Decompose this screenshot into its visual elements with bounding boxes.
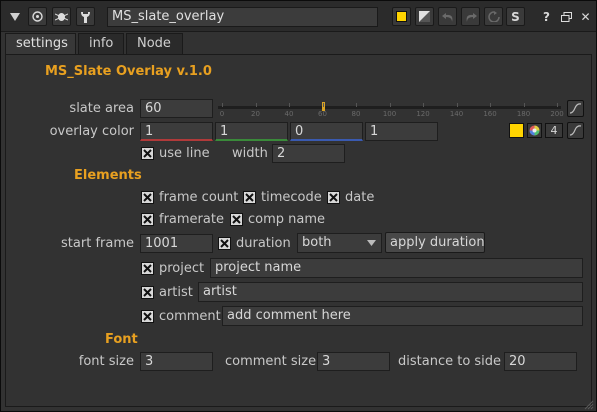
distance-to-side-input[interactable]: 20 [504, 352, 577, 371]
overlay-color-a-input[interactable]: 1 [365, 122, 438, 141]
duration-checkbox[interactable] [218, 237, 231, 250]
overlay-color-g-input[interactable]: 1 [215, 122, 288, 141]
width-label: width [232, 146, 268, 161]
close-button[interactable]: ✕ [576, 7, 595, 26]
node-name-field[interactable]: MS_slate_overlay [107, 7, 378, 27]
undo-icon[interactable] [438, 7, 457, 26]
node-properties-panel: MS_slate_overlay S ? ✕ settings info Nod… [0, 0, 597, 412]
slider-tick [389, 103, 391, 107]
apply-duration-button[interactable]: apply duration [385, 232, 485, 253]
yellow-swatch-icon[interactable] [392, 7, 411, 26]
slider-tick-label: 0 [219, 110, 225, 118]
slider-tick [523, 103, 525, 107]
s-button[interactable]: S [506, 7, 525, 26]
slider-tick [322, 103, 324, 107]
slider-tick-label: 20 [251, 110, 260, 118]
framerate-checkbox[interactable] [141, 213, 154, 226]
slider-tick-label: 80 [351, 110, 361, 118]
slider-tick-label: 120 [416, 110, 430, 118]
revert-icon[interactable] [484, 7, 503, 26]
use-line-checkbox[interactable] [141, 147, 154, 160]
bug-icon[interactable] [52, 7, 71, 26]
tab-settings[interactable]: settings [5, 33, 76, 55]
start-frame-input[interactable]: 1001 [140, 234, 213, 253]
slider-tick-label: 40 [284, 110, 294, 118]
use-line-label: use line [159, 146, 210, 161]
timecode-checkbox[interactable] [243, 191, 256, 204]
project-label: project [159, 261, 205, 276]
slider-tick [222, 103, 223, 107]
slate-area-slider[interactable]: 0 20 40 60 80 100 120 140 160 180 200 [218, 97, 564, 119]
font-size-input[interactable]: 3 [140, 352, 213, 371]
project-checkbox[interactable] [141, 262, 154, 275]
overlay-color-b-input[interactable]: 0 [290, 122, 363, 141]
duration-label: duration [236, 236, 291, 251]
target-icon[interactable] [28, 7, 47, 26]
redo-icon[interactable] [461, 7, 480, 26]
frame-count-checkbox[interactable] [141, 191, 154, 204]
date-label: date [345, 190, 375, 205]
slate-area-input[interactable]: 60 [140, 99, 213, 118]
comp-name-label: comp name [248, 212, 326, 227]
slider-tick [423, 103, 424, 107]
overlay-color-label: overlay color [49, 124, 134, 139]
comment-checkbox[interactable] [141, 310, 154, 323]
animation-curve-icon[interactable] [567, 100, 584, 117]
artist-checkbox[interactable] [141, 286, 154, 299]
slider-tick-label: 180 [516, 110, 531, 118]
font-size-label: font size [78, 354, 134, 369]
start-frame-label: start frame [61, 236, 134, 251]
comment-input[interactable]: add comment here [222, 306, 583, 326]
comment-size-label: comment size [225, 354, 317, 369]
title-bar: MS_slate_overlay S ? ✕ [1, 1, 596, 32]
slider-tick [356, 103, 357, 107]
comment-label: comment [159, 309, 221, 324]
framerate-label: framerate [159, 212, 224, 227]
float-icon[interactable] [557, 7, 576, 26]
slider-tick [456, 103, 458, 107]
distance-to-side-label: distance to side [398, 354, 502, 369]
comment-size-input[interactable]: 3 [317, 352, 390, 371]
chevron-down-icon [367, 240, 376, 246]
slider-tick-label: 100 [382, 110, 397, 118]
collapse-triangle-down-icon[interactable] [5, 7, 24, 26]
wrench-icon[interactable] [76, 7, 95, 26]
duration-dropdown[interactable]: both [297, 233, 382, 253]
duration-dropdown-value: both [302, 235, 332, 250]
tab-info[interactable]: info [78, 33, 124, 55]
width-input[interactable]: 2 [272, 144, 345, 163]
panel-header-title: MS_Slate Overlay v.1.0 [45, 64, 212, 79]
artist-input[interactable]: artist [198, 282, 583, 302]
slider-tick-label: 200 [550, 110, 564, 118]
checker-icon[interactable] [415, 7, 434, 26]
animation-curve-icon[interactable] [567, 122, 584, 139]
elements-section-title: Elements [74, 168, 142, 183]
help-button[interactable]: ? [537, 7, 556, 26]
slider-tick-label: 140 [449, 110, 464, 118]
comp-name-checkbox[interactable] [230, 213, 243, 226]
project-input[interactable]: project name [210, 258, 583, 278]
resize-grip-icon[interactable] [584, 399, 594, 410]
tab-node[interactable]: Node [126, 33, 183, 55]
slider-tick [289, 103, 290, 107]
slider-tick [255, 103, 257, 107]
slider-tick-label: 160 [483, 110, 497, 118]
channels-count-button[interactable]: 4 [545, 123, 563, 138]
overlay-color-r-input[interactable]: 1 [140, 122, 213, 141]
color-swatch-button[interactable] [509, 123, 524, 138]
slider-tick-label: 60 [318, 110, 327, 118]
timecode-label: timecode [261, 190, 322, 205]
slider-tick [557, 103, 558, 107]
frame-count-label: frame count [159, 190, 239, 205]
color-wheel-icon[interactable] [527, 123, 542, 138]
slider-tick [490, 103, 491, 107]
date-checkbox[interactable] [327, 191, 340, 204]
artist-label: artist [159, 285, 193, 300]
font-section-title: Font [105, 332, 138, 347]
slate-area-label: slate area [69, 101, 134, 116]
